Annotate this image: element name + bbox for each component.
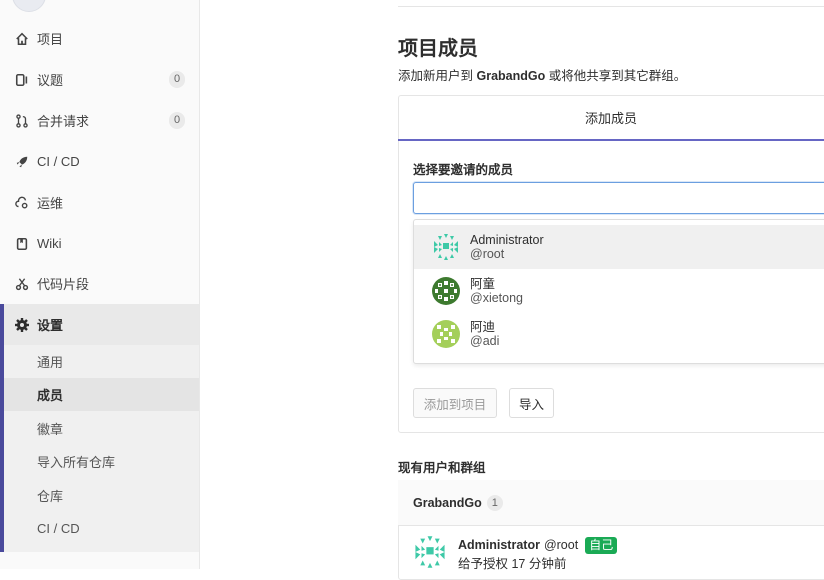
import-button[interactable]: 导入 [509,388,554,418]
option-text: 阿迪 @adi [470,320,499,348]
sidebar-item-label: 合并请求 [37,114,90,129]
option-username: @adi [470,334,500,348]
sidebar-item-operations[interactable]: 运维 [0,182,199,223]
member-granted-time: 给予授权 17 分钟前 [458,557,567,571]
existing-members-title: 现有用户和群组 [398,461,486,475]
sidebar-item-project[interactable]: 项目 [0,18,199,59]
option-name: 阿迪 [470,320,496,334]
field-label: 选择要邀请的成员 [413,163,514,177]
sidebar-item-label: 运维 [37,196,64,211]
subitem-label: 通用 [37,355,64,370]
member-count-badge: 1 [486,494,503,511]
project-name: GrabandGo [476,69,546,83]
tab-add-member[interactable]: 添加成员 [398,95,824,141]
member-name[interactable]: Administrator [458,535,540,555]
sidebar-subitem-repository[interactable]: 仓库 [4,479,199,512]
self-badge: 自己 [585,536,618,554]
member-username: @root [543,538,579,552]
identicon-avatar [432,277,460,305]
page-subtitle: 添加新用户到 GrabandGo 或将他共享到其它群组。 [398,65,686,84]
header-divider [398,6,824,7]
home-icon [14,31,30,47]
sidebar-subitem-badges[interactable]: 徽章 [4,412,199,445]
sidebar-item-issues[interactable]: 议题 0 [0,59,199,100]
sidebar-subitem-general[interactable]: 通用 [4,345,199,378]
subitem-label: 仓库 [37,489,64,504]
sidebar-item-settings[interactable]: 设置 [0,304,199,345]
option-text: Administrator @root [470,233,544,261]
option-username: @xietong [470,291,523,305]
subtitle-text: 或将他共享到其它群组。 [545,69,687,83]
subitem-label: CI / CD [37,521,80,536]
identicon-avatar [432,320,460,348]
option-text: 阿童 @xietong [470,277,523,305]
member-name-line: Administrator @root 自己 [458,535,618,555]
sidebar-item-label: Wiki [37,236,62,251]
subitem-label: 导入所有仓库 [37,455,116,470]
sidebar-subitem-ci-cd[interactable]: CI / CD [4,512,199,545]
option-username: @root [470,247,505,261]
sidebar-item-label: 议题 [37,73,64,88]
identicon-avatar [434,234,458,260]
member-search-input[interactable] [413,182,824,214]
subitem-label: 成员 [37,388,64,403]
gear-icon [14,317,30,333]
issues-count-badge: 0 [169,71,185,88]
scissors-icon [14,276,30,292]
sidebar-subitem-import-repos[interactable]: 导入所有仓库 [4,445,199,478]
member-info: Administrator @root 自己 给予授权 17 分钟前 [458,535,618,573]
add-to-project-button[interactable]: 添加到项目 [413,388,497,418]
book-icon [14,236,30,252]
issues-icon [14,72,30,88]
subitem-label: 徽章 [37,422,64,437]
option-name: Administrator [470,233,544,247]
option-name: 阿童 [470,277,496,291]
dropdown-option-administrator[interactable]: Administrator @root [414,225,824,269]
page-title: 项目成员 [398,38,478,60]
cloud-gear-icon [14,195,30,211]
sidebar-item-merge-requests[interactable]: 合并请求 0 [0,100,199,141]
dropdown-option-xietong[interactable]: 阿童 @xietong [414,269,824,313]
merge-requests-count-badge: 0 [169,112,185,129]
subtitle-text: 添加新用户到 [398,69,477,83]
sidebar-subitem-members[interactable]: 成员 [4,378,199,411]
group-name: GrabandGo [413,495,482,510]
rocket-icon [14,154,30,170]
sidebar-item-label: 代码片段 [37,277,90,292]
sidebar-item-label: 项目 [37,32,64,47]
group-header: GrabandGo 1 [398,480,824,526]
sidebar-item-ci-cd[interactable]: CI / CD [0,141,199,182]
member-row: Administrator @root 自己 给予授权 17 分钟前 [413,535,618,573]
sidebar-item-label: CI / CD [37,154,80,169]
sidebar-item-snippets[interactable]: 代码片段 [0,263,199,304]
sidebar-item-wiki[interactable]: Wiki [0,223,199,264]
sidebar-item-label: 设置 [37,318,64,333]
identicon-avatar [415,536,445,568]
merge-request-icon [14,113,30,129]
dropdown-option-adi[interactable]: 阿迪 @adi [414,312,824,356]
